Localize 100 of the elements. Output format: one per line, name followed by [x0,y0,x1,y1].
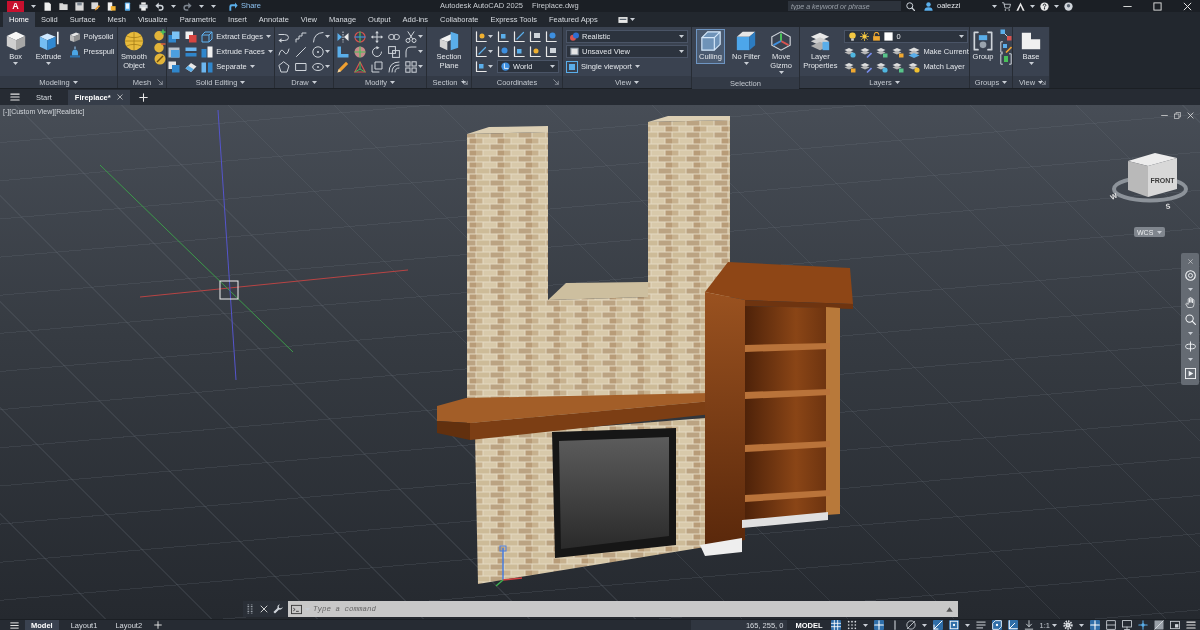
axes-icon[interactable] [475,30,487,43]
new-file-icon[interactable] [43,1,52,11]
offset-icon[interactable] [388,60,400,73]
image-icon[interactable] [1154,620,1164,630]
new-layout-icon[interactable] [154,621,163,629]
box-pair-icon[interactable] [185,30,198,43]
redo-icon[interactable] [183,1,192,11]
lineweight-icon[interactable] [975,620,986,630]
layer-tool-icon[interactable] [892,60,905,73]
eraser-icon[interactable] [185,60,198,73]
axes-icon[interactable] [545,45,557,58]
app-menu-button[interactable]: A [7,0,24,12]
profile-icon[interactable] [1064,1,1074,11]
stacked-slabs-icon[interactable] [185,45,198,58]
caret-icon[interactable] [390,80,396,84]
arc-icon[interactable] [312,30,324,43]
axes-icon[interactable] [529,30,541,43]
caret-icon[interactable] [171,4,176,8]
cross-icon[interactable] [873,620,884,630]
printer-icon[interactable] [139,1,148,11]
grip-handle-icon[interactable] [245,604,255,614]
layer-tool-icon[interactable] [844,45,857,58]
help-icon[interactable] [1040,1,1050,11]
caret-icon[interactable] [964,623,970,627]
corner-icon[interactable] [337,45,349,58]
play-frame-icon[interactable] [1184,367,1196,379]
layer-tool-icon[interactable] [876,60,889,73]
down-arrow-icon[interactable] [1023,620,1034,630]
gizmo-icon[interactable] [354,30,366,43]
save-icon[interactable] [75,1,84,11]
group-tool-icon[interactable] [1000,29,1013,41]
grid-icon[interactable] [830,620,841,630]
array-icon[interactable] [405,60,417,73]
axes-icon[interactable] [497,30,509,43]
caret-icon[interactable] [311,80,317,84]
zoom-icon[interactable] [1184,314,1196,326]
sphere-minus-icon[interactable] [153,41,166,53]
axes-icon[interactable] [497,45,509,58]
group-tool-icon[interactable] [1000,41,1013,53]
cart-icon[interactable] [1002,1,1012,11]
caret-icon[interactable] [488,50,493,53]
restore-icon[interactable] [1174,112,1181,119]
cube-pair-icon[interactable] [168,30,181,43]
file-icon[interactable] [107,1,116,11]
caret-icon[interactable] [1030,4,1036,8]
gear-icon[interactable] [1063,620,1073,630]
caret-icon[interactable] [629,18,635,21]
close-icon[interactable] [1183,1,1192,11]
mirror-icon[interactable] [337,30,349,43]
axes-icon[interactable] [545,30,557,43]
copy-icon[interactable] [388,45,400,58]
pencil-icon[interactable] [337,60,349,73]
axes-icon[interactable] [475,60,487,73]
sphere-plus-icon[interactable] [153,29,166,41]
group-tool-icon[interactable] [1000,53,1013,65]
phone-icon[interactable] [123,1,132,11]
caret-icon[interactable] [418,65,423,68]
cross-icon[interactable] [1090,620,1100,630]
maximize-icon[interactable] [1153,1,1162,11]
steering-wheel-icon[interactable] [1184,270,1196,282]
caret-icon[interactable] [1002,80,1008,84]
wrench-icon[interactable] [273,604,283,614]
view-cube[interactable] [1128,153,1177,197]
caret-icon[interactable] [894,80,900,84]
axes-icon[interactable] [513,45,525,58]
caret-icon[interactable] [325,50,330,53]
polygon-icon[interactable] [278,60,290,73]
caret-icon[interactable] [1054,4,1060,8]
sphere-axes-icon[interactable] [354,45,366,58]
line-icon[interactable] [295,45,307,58]
menu-icon[interactable] [10,620,19,630]
caret-icon[interactable] [488,35,493,38]
box-snap-icon[interactable] [991,620,1002,630]
ribbon-toggle-icon[interactable] [617,14,628,25]
rotate-icon[interactable] [371,45,383,58]
layer-tool-icon[interactable] [876,45,889,58]
circle-icon[interactable] [312,45,324,58]
monitor-icon[interactable] [1122,620,1132,630]
caret-icon[interactable] [1079,623,1084,627]
caret-icon[interactable] [862,623,868,627]
caret-icon[interactable] [634,80,640,84]
caret-icon[interactable] [921,623,927,627]
folder-icon[interactable] [59,1,68,11]
orbit-icon[interactable] [1184,341,1196,353]
caret-icon[interactable] [199,4,204,8]
caret-icon[interactable] [325,35,330,38]
move-icon[interactable] [371,30,383,43]
box-icon[interactable] [168,45,181,58]
caret-icon[interactable] [992,4,998,8]
command-prompt-icon[interactable] [291,603,302,615]
ellipse-icon[interactable] [312,60,324,73]
triangle-gizmo-icon[interactable] [354,60,366,73]
search-icon[interactable] [906,1,915,11]
stairs-icon[interactable] [295,30,307,43]
caret-icon[interactable] [325,65,330,68]
rectangle-icon[interactable] [295,60,307,73]
scissors-icon[interactable] [405,30,417,43]
caret-icon[interactable] [418,50,423,53]
menu-icon[interactable] [1186,620,1196,630]
crosshair-icon[interactable] [1138,620,1148,630]
